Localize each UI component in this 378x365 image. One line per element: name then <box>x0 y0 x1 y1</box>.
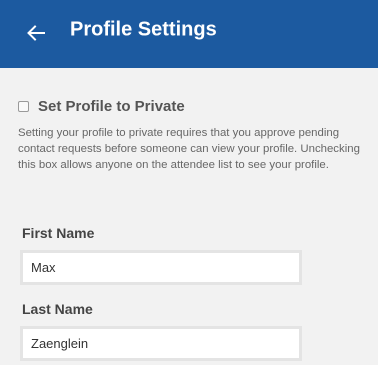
private-checkbox-label: Set Profile to Private <box>38 98 185 115</box>
last-name-input[interactable] <box>20 326 302 361</box>
arrow-left-icon <box>27 25 45 41</box>
private-checkbox[interactable] <box>18 101 29 112</box>
last-name-label: Last Name <box>22 301 93 317</box>
page-title: Profile Settings <box>70 18 217 41</box>
first-name-label: First Name <box>22 225 95 241</box>
app-bar: Profile Settings <box>0 0 378 68</box>
back-button[interactable] <box>24 21 48 45</box>
first-name-input[interactable] <box>20 250 302 285</box>
privacy-description: Setting your profile to private requires… <box>18 127 360 171</box>
private-toggle-row[interactable]: Set Profile to Private <box>18 98 185 115</box>
settings-content: Set Profile to Private Setting your prof… <box>0 68 378 365</box>
